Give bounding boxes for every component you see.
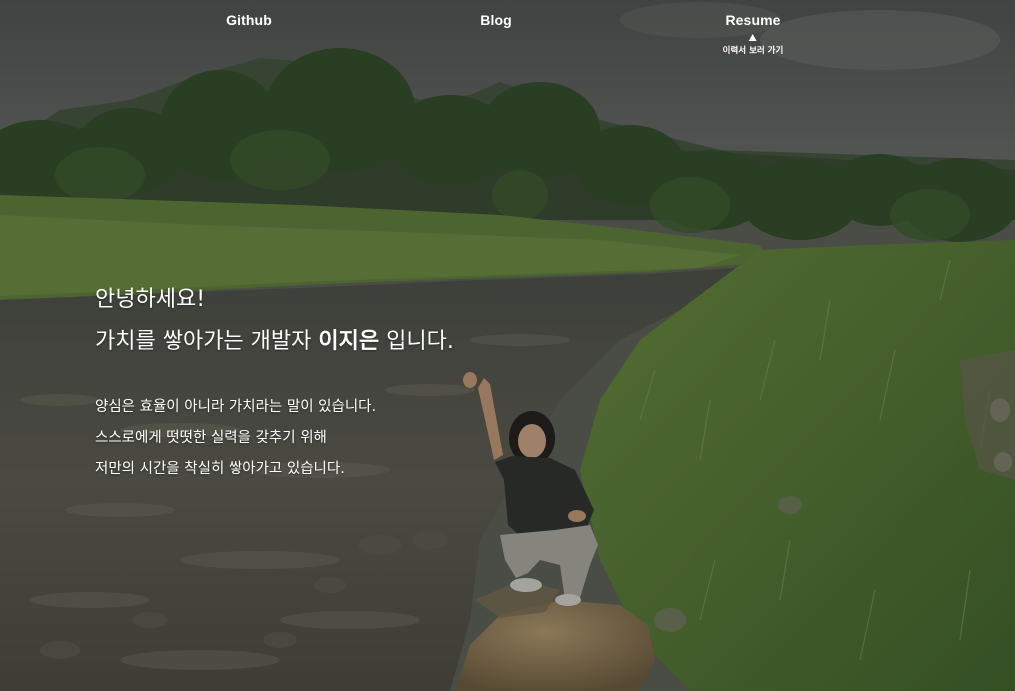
headline-prefix: 가치를 쌓아가는 개발자: [95, 329, 319, 354]
tooltip-arrow-icon: [748, 34, 757, 41]
headline-suffix: 입니다.: [379, 329, 454, 354]
intro-description: 양심은 효율이 아니라 가치라는 말이 있습니다. 스스로에게 떳떳한 실력을 …: [95, 392, 454, 485]
nav-resume-link[interactable]: Resume: [725, 12, 780, 28]
description-line: 스스로에게 떳떳한 실력을 갖추기 위해: [95, 430, 327, 446]
top-navigation: Github Blog Resume 이력서 보러 가기: [0, 0, 1015, 70]
intro-section: 안녕하세요! 가치를 쌓아가는 개발자 이지은 입니다. 양심은 효율이 아니라…: [95, 279, 454, 485]
hero-section: Github Blog Resume 이력서 보러 가기 안녕하세요! 가치를 …: [0, 0, 1015, 691]
developer-name: 이지은: [318, 329, 380, 354]
headline: 가치를 쌓아가는 개발자 이지은 입니다.: [95, 321, 454, 363]
description-line: 양심은 효율이 아니라 가치라는 말이 있습니다.: [95, 399, 377, 415]
nav-github-link[interactable]: Github: [226, 12, 272, 28]
description-line: 저만의 시간을 착실히 쌓아가고 있습니다.: [95, 461, 345, 477]
resume-tooltip: 이력서 보러 가기: [722, 34, 784, 56]
nav-blog-link[interactable]: Blog: [480, 12, 512, 28]
greeting-text: 안녕하세요!: [95, 287, 206, 312]
resume-tooltip-text: 이력서 보러 가기: [722, 46, 784, 56]
